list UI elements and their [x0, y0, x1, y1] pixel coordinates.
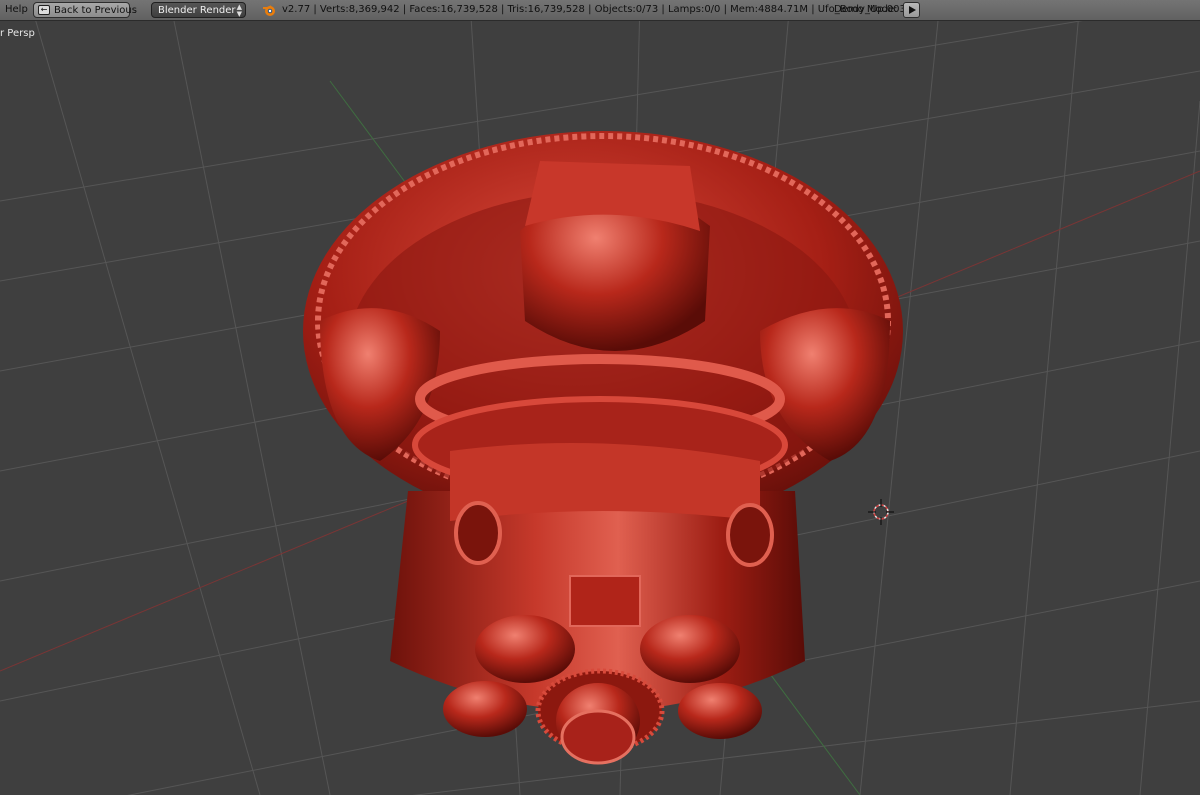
back-icon: ← — [38, 5, 50, 15]
blender-logo-icon — [263, 5, 275, 16]
render-engine-value: Blender Render — [158, 5, 236, 16]
3d-viewport[interactable]: r Persp — [0, 21, 1200, 795]
back-to-previous-button[interactable]: ← Back to Previous — [33, 2, 137, 18]
play-icon — [909, 6, 916, 14]
help-menu[interactable]: Help — [5, 2, 28, 18]
info-header: Help ← Back to Previous Blender Render ▲… — [0, 0, 1200, 21]
scene-stats: v2.77 | Verts:8,369,942 | Faces:16,739,5… — [282, 4, 906, 15]
demo-play-button[interactable] — [903, 2, 920, 18]
3d-cursor-icon[interactable] — [868, 499, 894, 525]
select-arrows-icon: ▲ ▼ — [236, 3, 242, 18]
render-engine-select[interactable]: Blender Render ▲ ▼ — [151, 2, 246, 18]
demo-mode-label: Demo Mode: — [834, 4, 898, 15]
ufo-model[interactable] — [0, 21, 1200, 795]
back-button-label: Back to Previous — [54, 5, 137, 16]
view-perspective-label: r Persp — [0, 28, 35, 39]
